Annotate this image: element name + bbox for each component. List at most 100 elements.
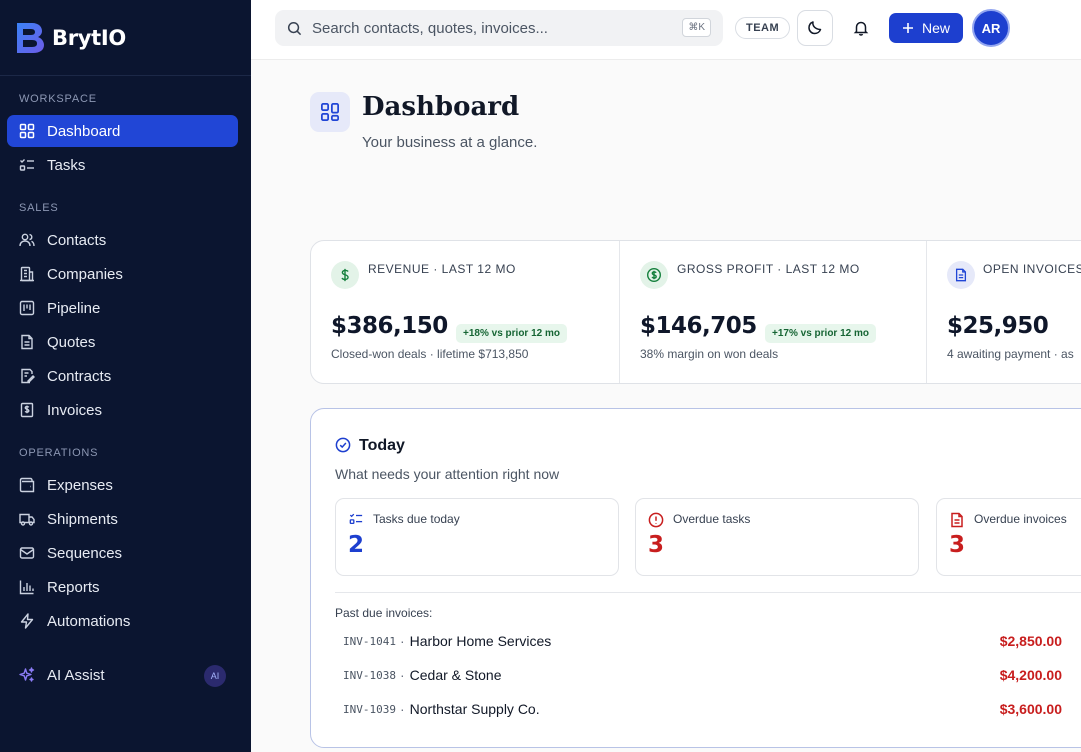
divider bbox=[335, 592, 1081, 593]
check-circle-icon bbox=[335, 437, 351, 453]
sidebar-item-label: Sequences bbox=[47, 544, 123, 562]
stat-value: $25,950 bbox=[947, 313, 1049, 339]
new-button[interactable]: New bbox=[889, 13, 963, 43]
sidebar-item-sequences[interactable]: Sequences bbox=[7, 537, 238, 569]
sidebar-item-companies[interactable]: Companies bbox=[7, 258, 238, 290]
today-card-value: 3 bbox=[949, 532, 966, 558]
ai-badge: AI bbox=[204, 665, 226, 687]
stat-delta-badge: +18% vs prior 12 mo bbox=[456, 324, 567, 343]
search-input[interactable] bbox=[312, 19, 672, 37]
invoice-client: Harbor Home Services bbox=[409, 633, 552, 649]
sidebar-item-quotes[interactable]: Quotes bbox=[7, 326, 238, 358]
sidebar-item-label: Reports bbox=[47, 578, 100, 596]
stat-label: GROSS PROFIT · LAST 12 MO bbox=[677, 262, 860, 276]
brand-logo-icon bbox=[17, 22, 44, 53]
sparkles-icon bbox=[19, 667, 35, 682]
mail-icon bbox=[19, 547, 35, 559]
stats-panel: REVENUE · LAST 12 MO $386,150 +18% vs pr… bbox=[310, 240, 1081, 384]
invoice-client: Cedar & Stone bbox=[409, 667, 502, 683]
stat-card-gross-profit[interactable]: GROSS PROFIT · LAST 12 MO $146,705 +17% … bbox=[619, 241, 927, 383]
truck-icon bbox=[19, 513, 35, 526]
search-bar[interactable]: ⌘K bbox=[275, 10, 723, 46]
stat-label: REVENUE · LAST 12 MO bbox=[368, 262, 516, 276]
invoice-amount: $2,850.00 bbox=[999, 633, 1062, 649]
brand[interactable]: BrytIO bbox=[0, 0, 251, 76]
sidebar-item-pipeline[interactable]: Pipeline bbox=[7, 292, 238, 324]
today-subtitle: What needs your attention right now bbox=[335, 466, 560, 482]
alert-circle-icon bbox=[648, 512, 664, 528]
today-card-tasks-due[interactable]: Tasks due today 2 bbox=[335, 498, 619, 576]
receipt-dollar-icon bbox=[20, 402, 34, 418]
sidebar-item-tasks[interactable]: Tasks bbox=[7, 149, 238, 181]
sidebar-item-label: AI Assist bbox=[47, 666, 105, 684]
sidebar-item-label: Dashboard bbox=[47, 122, 121, 140]
sidebar-item-label: Automations bbox=[47, 612, 131, 630]
stat-card-revenue[interactable]: REVENUE · LAST 12 MO $386,150 +18% vs pr… bbox=[311, 241, 619, 383]
today-title: Today bbox=[359, 437, 405, 454]
dollar-icon bbox=[331, 261, 359, 289]
sidebar-item-automations[interactable]: Automations bbox=[7, 605, 238, 637]
today-card-value: 2 bbox=[348, 532, 365, 558]
stat-value: $146,705 bbox=[640, 313, 757, 339]
sidebar-item-label: Contacts bbox=[47, 231, 107, 249]
new-button-label: New bbox=[921, 20, 950, 36]
kanban-icon bbox=[19, 300, 35, 316]
section-label-sales: SALES bbox=[19, 202, 59, 214]
bar-chart-icon bbox=[19, 580, 34, 595]
theme-toggle-button[interactable] bbox=[797, 10, 833, 46]
topbar: ⌘K TEAM New AR bbox=[251, 0, 1081, 60]
stat-delta-badge: +17% vs prior 12 mo bbox=[765, 324, 876, 343]
sidebar-item-label: Companies bbox=[47, 265, 123, 283]
invoice-id: INV-1039 bbox=[343, 702, 396, 716]
today-card-value: 3 bbox=[648, 532, 665, 558]
document-icon bbox=[951, 512, 963, 528]
sidebar-item-dashboard[interactable]: Dashboard bbox=[7, 115, 238, 147]
search-icon bbox=[287, 21, 302, 35]
invoice-row[interactable]: INV-1039 · Northstar Supply Co. $3,600.0… bbox=[343, 698, 1062, 720]
invoice-row[interactable]: INV-1038 · Cedar & Stone $4,200.00 bbox=[343, 664, 1062, 686]
invoice-client: Northstar Supply Co. bbox=[409, 701, 540, 717]
stat-sub: 38% margin on won deals bbox=[640, 347, 779, 361]
plus-icon bbox=[902, 23, 913, 33]
sidebar-item-reports[interactable]: Reports bbox=[7, 571, 238, 603]
sidebar-item-expenses[interactable]: Expenses bbox=[7, 469, 238, 501]
section-label-operations: OPERATIONS bbox=[19, 447, 99, 459]
avatar[interactable]: AR bbox=[972, 9, 1010, 47]
bell-icon bbox=[853, 21, 869, 36]
invoice-id: INV-1038 bbox=[343, 668, 396, 682]
main-content: Dashboard Your business at a glance. REV… bbox=[251, 60, 1081, 752]
lightning-icon bbox=[20, 613, 34, 629]
users-icon bbox=[19, 233, 35, 247]
file-signature-icon bbox=[21, 368, 35, 384]
sidebar-item-invoices[interactable]: Invoices bbox=[7, 394, 238, 426]
stat-sub: Closed-won deals · lifetime $713,850 bbox=[331, 347, 529, 361]
stat-label: OPEN INVOICES bbox=[983, 262, 1081, 276]
document-icon bbox=[947, 261, 975, 289]
sidebar: BrytIO WORKSPACE Dashboard Tasks SALES C… bbox=[0, 0, 251, 752]
invoice-amount: $3,600.00 bbox=[999, 701, 1062, 717]
checklist-icon bbox=[19, 159, 34, 171]
today-card-label: Tasks due today bbox=[373, 512, 460, 526]
checklist-icon bbox=[349, 513, 363, 525]
stat-sub: 4 awaiting payment · as bbox=[947, 347, 1074, 361]
section-label-workspace: WORKSPACE bbox=[19, 93, 97, 105]
today-card-overdue-invoices[interactable]: Overdue invoices 3 bbox=[936, 498, 1081, 576]
stat-card-open-invoices[interactable]: OPEN INVOICES $25,950 4 awaiting payment… bbox=[926, 241, 1081, 383]
file-text-icon bbox=[21, 334, 33, 350]
sidebar-item-label: Tasks bbox=[47, 156, 86, 174]
grid-icon bbox=[321, 103, 339, 121]
page-icon bbox=[310, 92, 350, 132]
wallet-icon bbox=[19, 477, 35, 493]
page-title: Dashboard bbox=[362, 92, 520, 122]
notifications-button[interactable] bbox=[851, 18, 871, 38]
today-card-overdue-tasks[interactable]: Overdue tasks 3 bbox=[635, 498, 919, 576]
invoice-id: INV-1041 bbox=[343, 634, 396, 648]
team-badge[interactable]: TEAM bbox=[735, 17, 791, 39]
sidebar-item-shipments[interactable]: Shipments bbox=[7, 503, 238, 535]
sidebar-item-contracts[interactable]: Contracts bbox=[7, 360, 238, 392]
sidebar-item-ai-assist[interactable]: AI Assist AI bbox=[7, 659, 238, 691]
sidebar-item-contacts[interactable]: Contacts bbox=[7, 224, 238, 256]
invoice-row[interactable]: INV-1041 · Harbor Home Services $2,850.0… bbox=[343, 630, 1062, 652]
sidebar-item-label: Quotes bbox=[47, 333, 96, 351]
today-card-label: Overdue tasks bbox=[673, 512, 751, 526]
